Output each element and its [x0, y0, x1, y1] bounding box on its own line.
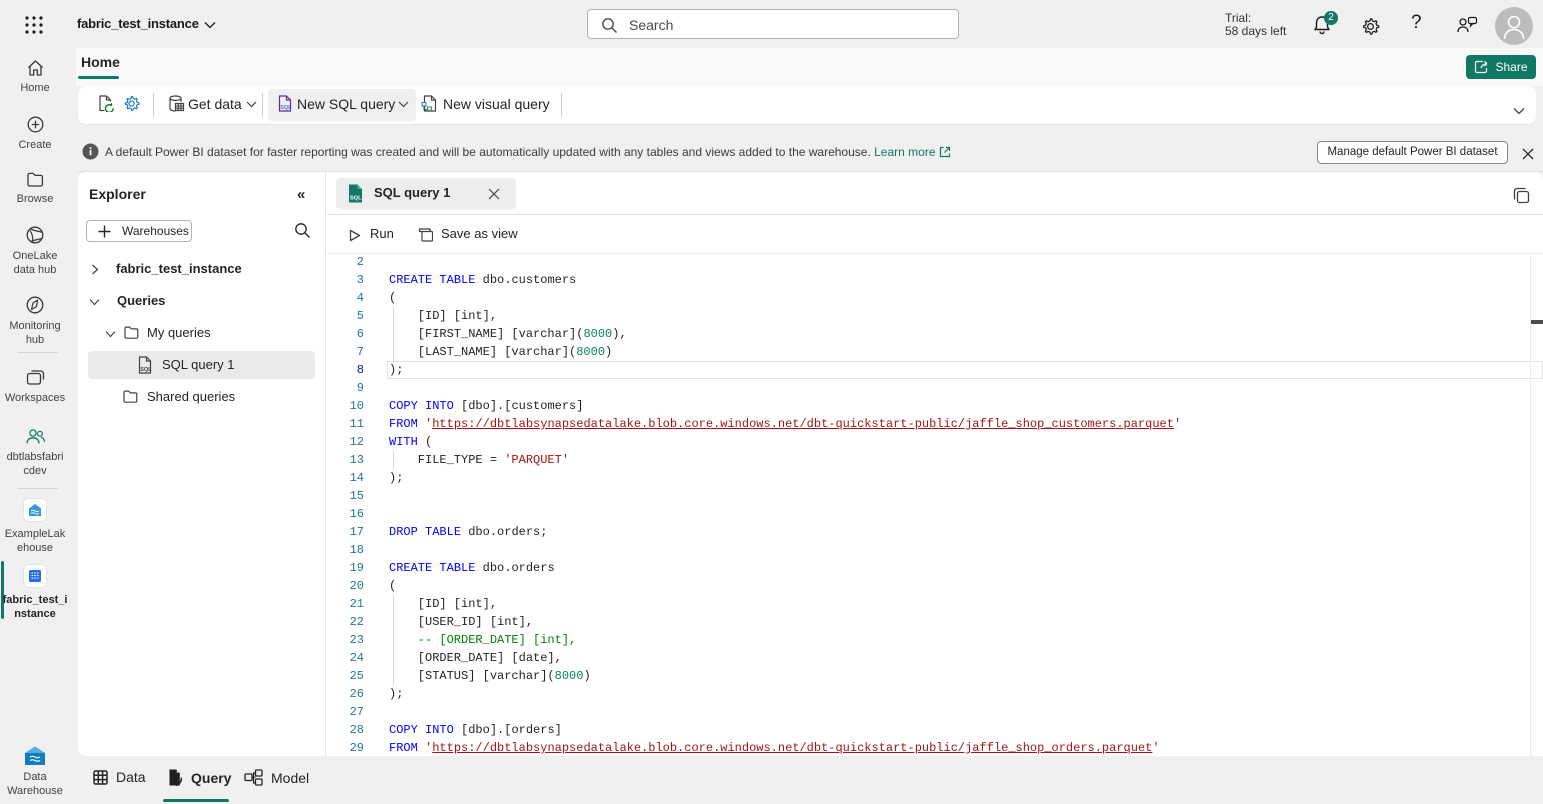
svg-text:SQL: SQL — [280, 105, 292, 111]
svg-text:SQL: SQL — [140, 367, 152, 373]
svg-text:SQL: SQL — [350, 196, 362, 202]
